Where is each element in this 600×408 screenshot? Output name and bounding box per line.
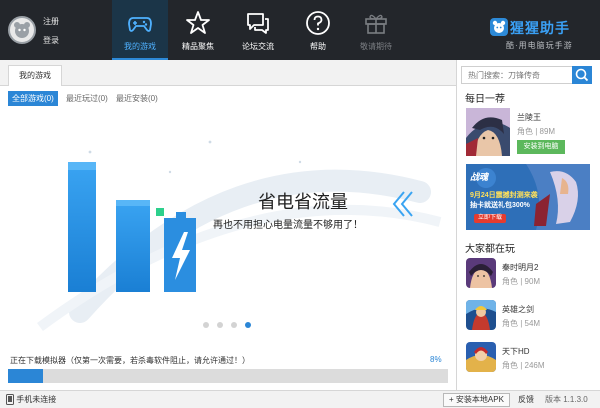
download-status-text: 正在下载模拟器（仅第一次需要，若杀毒软件阻止，请允许通过！） — [10, 356, 250, 365]
nav-help[interactable]: 帮助 — [290, 0, 346, 60]
brand: 猩猩助手 酷·用电脑玩手游 — [490, 18, 590, 52]
featured-game-meta: 角色 | 89M — [517, 127, 556, 136]
phone-connection-status[interactable]: 手机未连接 — [6, 394, 57, 406]
search-button[interactable] — [572, 66, 592, 84]
nav-forum[interactable]: 论坛交流 — [230, 0, 286, 60]
search-input[interactable] — [462, 67, 570, 83]
login-link[interactable]: 登录 — [43, 35, 59, 46]
game-thumbnail — [466, 258, 496, 288]
promo-banner: 省电省流量 再也不用担心电量流量不够用了！ — [0, 112, 456, 340]
tianxia-image — [466, 342, 496, 372]
carousel-dot-active[interactable] — [245, 322, 251, 328]
game-thumbnail — [466, 342, 496, 372]
game-name: 英雄之剑 — [502, 305, 534, 314]
star-icon — [186, 11, 210, 34]
help-icon — [306, 11, 330, 35]
brand-logo-icon — [490, 18, 508, 36]
brand-slogan: 酷·用电脑玩手游 — [506, 41, 573, 50]
game-meta: 角色 | 54M — [502, 319, 541, 328]
featured-game-name[interactable]: 兰陵王 — [517, 112, 541, 123]
install-to-pc-button[interactable]: 安装到电脑 — [517, 140, 565, 154]
download-progress-bar — [8, 369, 448, 383]
game-filter-tabs: 全部游戏(0) 最近玩过(0) 最近安装(0) — [0, 86, 456, 110]
register-link[interactable]: 注册 — [43, 16, 59, 27]
promo-ad-banner[interactable]: 战魂 9月24日震撼封测来袭 抽卡就送礼包300% 立即下载 — [466, 164, 590, 230]
subtab-recently-installed[interactable]: 最近安装(0) — [116, 91, 158, 106]
carousel-dot[interactable] — [203, 322, 209, 328]
game-meta: 角色 | 90M — [502, 277, 541, 286]
game-meta: 角色 | 246M — [502, 361, 545, 370]
gift-icon — [365, 14, 387, 34]
promo-brand: 战魂 — [470, 172, 489, 182]
avatar[interactable] — [8, 16, 36, 44]
tab-my-games[interactable]: 我的游戏 — [8, 65, 62, 86]
daily-pick-title: 每日一荐 — [465, 94, 505, 105]
search-icon — [575, 68, 589, 82]
subtab-recently-played[interactable]: 最近玩过(0) — [66, 91, 108, 106]
nav-my-games[interactable]: 我的游戏 — [112, 0, 168, 60]
promo-line-2: 抽卡就送礼包300% — [470, 202, 530, 209]
lanlingwang-image — [466, 108, 510, 156]
status-bar: 手机未连接 + 安装本地APK 反馈 版本 1.1.3.0 — [0, 390, 600, 408]
carousel-dot[interactable] — [231, 322, 237, 328]
popular-title: 大家都在玩 — [465, 244, 515, 255]
banner-subhead: 再也不用担心电量流量不够用了！ — [213, 220, 363, 231]
search-box — [461, 66, 592, 84]
list-item[interactable]: 秦时明月2 角色 | 90M — [466, 258, 596, 298]
download-progress-fill — [8, 369, 44, 383]
game-name: 天下HD — [502, 347, 530, 356]
game-thumbnail — [466, 300, 496, 330]
list-item[interactable]: 英雄之剑 角色 | 54M — [466, 300, 596, 340]
top-bar: 注册 登录 我的游戏 精品聚焦 论坛交流 帮助 敬请期待 猩猩助手 酷·用电脑玩… — [0, 0, 600, 60]
user-avatar-icon — [14, 22, 30, 38]
nav-label: 敬请期待 — [360, 42, 392, 51]
nav-featured[interactable]: 精品聚焦 — [170, 0, 226, 60]
game-name: 秦时明月2 — [502, 263, 539, 272]
phone-status-label: 手机未连接 — [16, 395, 57, 404]
carousel-dots — [203, 322, 251, 328]
version-label: 版本 1.1.3.0 — [545, 395, 588, 404]
install-apk-button[interactable]: + 安装本地APK — [443, 393, 510, 407]
install-apk-label: 安装本地APK — [455, 395, 504, 404]
tab-strip: 我的游戏 — [0, 60, 456, 86]
plus-icon: + — [449, 395, 454, 404]
nav-coming-soon: 敬请期待 — [348, 0, 404, 60]
promo-line-1: 9月24日震撼封测来袭 — [470, 192, 538, 199]
carousel-dot[interactable] — [217, 322, 223, 328]
nav-label: 论坛交流 — [242, 42, 274, 51]
nav-label: 我的游戏 — [124, 42, 156, 51]
chat-icon — [247, 13, 269, 34]
list-item[interactable]: 天下HD 角色 | 246M — [466, 342, 596, 382]
download-percent: 8% — [430, 355, 442, 364]
nav-label: 精品聚焦 — [182, 42, 214, 51]
subtab-all-games[interactable]: 全部游戏(0) — [8, 91, 58, 106]
nav-label: 帮助 — [310, 42, 326, 51]
qinshi-image — [466, 258, 496, 288]
yingxiong-image — [466, 300, 496, 330]
right-sidebar: 每日一荐 兰陵王 角色 | 89M 安装到电脑 战魂 9月24日震撼封测来袭 抽… — [456, 60, 600, 390]
gamepad-icon — [128, 17, 152, 32]
promo-download-button[interactable]: 立即下载 — [474, 214, 507, 223]
featured-game-thumbnail[interactable] — [466, 108, 510, 156]
banner-headline: 省电省流量 — [258, 192, 348, 212]
phone-icon — [6, 394, 14, 406]
feedback-link[interactable]: 反馈 — [518, 394, 534, 405]
brand-name: 猩猩助手 — [510, 20, 570, 36]
